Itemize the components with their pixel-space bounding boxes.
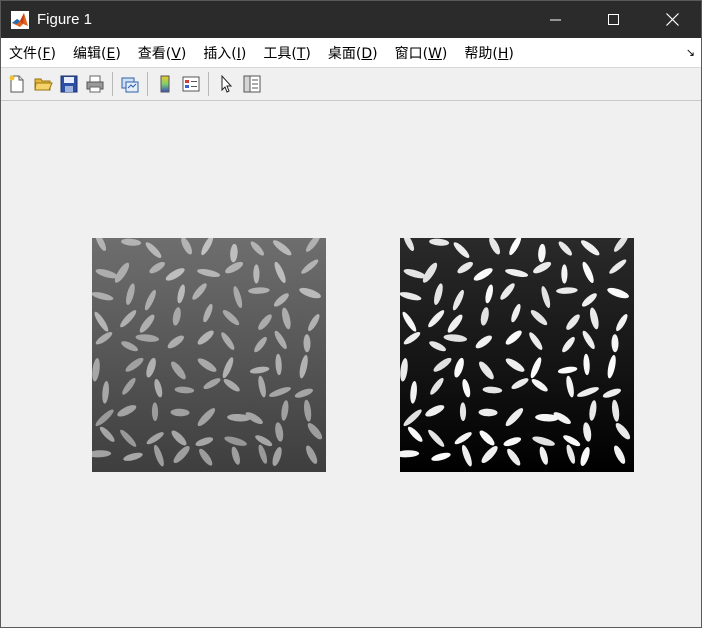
menu-bar: 文件(F) 编辑(E) 查看(V) 插入(I) 工具(T) 桌面(D) 窗口(W… <box>1 38 701 68</box>
property-inspector-icon <box>243 75 261 93</box>
link-plot-button[interactable] <box>117 71 143 97</box>
rice-grain <box>253 264 260 284</box>
menu-insert-label: 插入( <box>203 45 237 62</box>
menu-window-suffix: ) <box>441 45 448 62</box>
matlab-logo-icon <box>11 10 29 29</box>
menu-edit-key: E <box>106 45 116 62</box>
menu-edit[interactable]: 编辑(E) <box>65 43 129 63</box>
title-bar[interactable]: Figure 1 <box>1 1 701 38</box>
menu-file-label: 文件( <box>9 45 43 62</box>
window-title: Figure 1 <box>37 11 93 28</box>
minimize-icon <box>550 19 561 20</box>
menu-tools[interactable]: 工具(T) <box>255 43 319 63</box>
open-file-button[interactable] <box>30 71 56 97</box>
minimize-button[interactable] <box>527 1 585 38</box>
menu-help-label: 帮助( <box>464 45 498 62</box>
maximize-icon <box>608 13 619 25</box>
insert-legend-icon <box>182 76 200 92</box>
menu-file-key: F <box>42 45 51 62</box>
link-plot-icon <box>121 77 139 93</box>
maximize-button[interactable] <box>585 1 643 38</box>
toolbar-separator <box>208 72 209 96</box>
enhanced-rice-image[interactable] <box>400 238 634 472</box>
menu-desktop[interactable]: 桌面(D) <box>320 43 386 63</box>
save-icon <box>60 75 78 93</box>
toolbar-separator <box>112 72 113 96</box>
figure-toolbar <box>1 68 701 101</box>
open-file-icon <box>34 78 53 91</box>
original-rice-image[interactable] <box>92 238 326 472</box>
figure-window: Figure 1 文件(F) 编辑(E) 查看(V) 插入(I) 工具(T) 桌… <box>0 0 702 628</box>
menu-window-key: W <box>428 45 442 62</box>
edit-plot-button[interactable] <box>213 71 239 97</box>
menu-window[interactable]: 窗口(W) <box>387 43 456 63</box>
menu-tools-suffix: ) <box>305 45 311 62</box>
menu-file-suffix: ) <box>50 45 56 62</box>
menu-edit-label: 编辑( <box>73 45 107 62</box>
enhanced-rice-image-svg <box>400 238 634 472</box>
menu-desktop-label: 桌面( <box>327 45 362 62</box>
menu-help-key: H <box>497 45 509 62</box>
insert-colorbar-icon <box>160 75 170 93</box>
save-button[interactable] <box>56 71 82 97</box>
menu-file[interactable]: 文件(F) <box>1 43 64 63</box>
print-button[interactable] <box>82 71 108 97</box>
menu-help[interactable]: 帮助(H) <box>456 43 521 63</box>
edit-plot-icon <box>221 74 233 93</box>
property-inspector-button[interactable] <box>239 71 265 97</box>
dock-figure-icon[interactable]: ↘ <box>686 46 695 59</box>
toolbar-separator <box>147 72 148 96</box>
close-icon <box>665 13 679 26</box>
menu-insert-suffix: ) <box>240 45 247 62</box>
new-figure-button[interactable] <box>4 71 30 97</box>
new-figure-icon <box>9 75 24 93</box>
menu-view-label: 查看( <box>137 45 172 62</box>
menu-view-suffix: ) <box>180 45 187 62</box>
figure-canvas[interactable] <box>1 101 701 627</box>
menu-help-suffix: ) <box>508 45 514 62</box>
menu-desktop-key: D <box>361 45 373 62</box>
menu-edit-suffix: ) <box>115 45 121 62</box>
print-icon <box>86 75 104 93</box>
menu-insert[interactable]: 插入(I) <box>195 43 254 63</box>
window-controls <box>527 1 701 38</box>
insert-legend-button[interactable] <box>178 71 204 97</box>
insert-colorbar-button[interactable] <box>152 71 178 97</box>
close-button[interactable] <box>643 1 701 38</box>
menu-desktop-suffix: ) <box>372 45 378 62</box>
rice-grain <box>561 264 568 284</box>
menu-window-label: 窗口( <box>394 45 429 62</box>
menu-tools-label: 工具( <box>263 45 297 62</box>
original-rice-image-svg <box>92 238 326 472</box>
menu-view-key: V <box>171 45 181 62</box>
menu-view[interactable]: 查看(V) <box>130 43 195 63</box>
